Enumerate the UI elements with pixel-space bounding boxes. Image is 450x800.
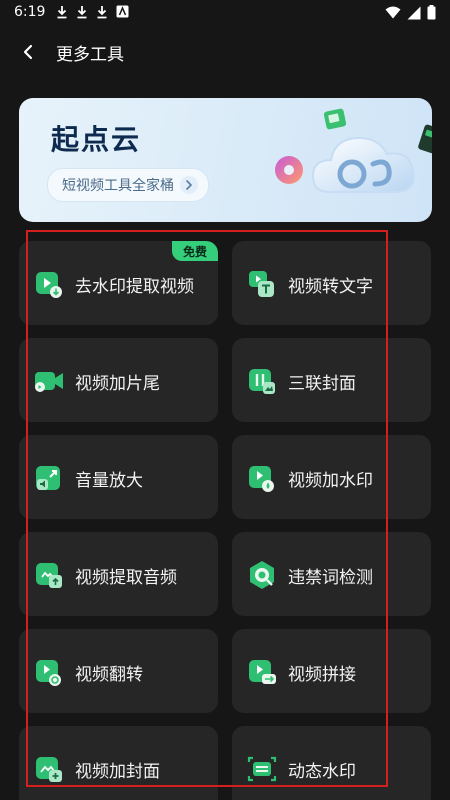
video-add-cover-icon — [36, 757, 62, 782]
tool-remove-watermark[interactable]: 去水印提取视频 免费 — [19, 241, 218, 325]
promo-banner[interactable]: 起点云 短视频工具全家桶 — [19, 98, 432, 222]
tool-label: 动态水印 — [288, 762, 356, 782]
status-time: 6:19 — [14, 4, 46, 20]
banner-subtitle: 短视频工具全家桶 — [62, 178, 174, 194]
tool-label: 三联封面 — [288, 374, 356, 394]
dynamic-watermark-icon — [247, 756, 277, 782]
video-flip-icon — [36, 660, 61, 686]
tool-label: 视频提取音频 — [75, 568, 177, 588]
tool-label: 视频翻转 — [75, 665, 143, 685]
triple-cover-icon — [249, 369, 275, 394]
video-add-watermark-icon — [249, 466, 274, 492]
tool-video-to-text[interactable]: 视频转文字 — [232, 241, 431, 325]
tool-video-flip[interactable]: 视频翻转 — [19, 629, 218, 713]
download-icon — [57, 6, 67, 19]
cloud-logo-illustration — [275, 108, 432, 193]
banner-title: 起点云 — [51, 123, 142, 156]
video-to-text-icon — [249, 271, 274, 297]
tool-volume-amplify[interactable]: 音量放大 — [19, 435, 218, 519]
status-system-icons — [385, 5, 436, 20]
tool-video-merge[interactable]: 视频拼接 — [232, 629, 431, 713]
tool-label: 视频加片尾 — [75, 374, 160, 394]
video-add-ending-icon — [35, 372, 63, 392]
banner-subtitle-pill[interactable]: 短视频工具全家桶 — [47, 168, 209, 202]
signal-icon — [407, 6, 421, 19]
video-merge-icon — [249, 660, 276, 684]
tool-dynamic-watermark[interactable]: 动态水印 — [232, 726, 431, 800]
chevron-left-icon — [23, 44, 33, 60]
tool-video-add-ending[interactable]: 视频加片尾 — [19, 338, 218, 422]
download-icon — [97, 6, 107, 19]
wifi-icon — [385, 6, 401, 19]
tool-label: 视频加水印 — [288, 471, 373, 491]
status-notification-icons — [56, 5, 129, 19]
banned-word-detect-icon — [250, 561, 274, 589]
status-bar: 6:19 — [0, 0, 450, 26]
free-badge: 免费 — [172, 241, 218, 261]
volume-amplify-icon — [36, 466, 60, 490]
tool-label: 视频拼接 — [288, 665, 356, 685]
chevron-right-icon — [180, 176, 198, 194]
tool-video-add-watermark[interactable]: 视频加水印 — [232, 435, 431, 519]
tool-label: 音量放大 — [75, 471, 143, 491]
screen: 6:19 更多工具 起点云 短视频工具全家桶 去水印提取视频 免费 视频转文字 … — [0, 0, 450, 800]
back-button[interactable] — [14, 38, 42, 66]
page-title: 更多工具 — [56, 45, 124, 65]
tool-label: 视频转文字 — [288, 277, 373, 297]
tool-triple-cover[interactable]: 三联封面 — [232, 338, 431, 422]
tool-label: 违禁词检测 — [288, 568, 373, 588]
remove-watermark-icon — [36, 272, 62, 298]
tool-extract-audio[interactable]: 视频提取音频 — [19, 532, 218, 616]
tool-banned-word-detect[interactable]: 违禁词检测 — [232, 532, 431, 616]
tool-label: 去水印提取视频 — [75, 277, 194, 297]
tool-label: 视频加封面 — [75, 762, 160, 782]
download-icon — [77, 6, 87, 19]
app-notification-icon — [116, 5, 129, 18]
tool-video-add-cover[interactable]: 视频加封面 — [19, 726, 218, 800]
header: 更多工具 — [0, 28, 450, 76]
extract-audio-icon — [36, 563, 62, 588]
battery-icon — [427, 5, 436, 20]
